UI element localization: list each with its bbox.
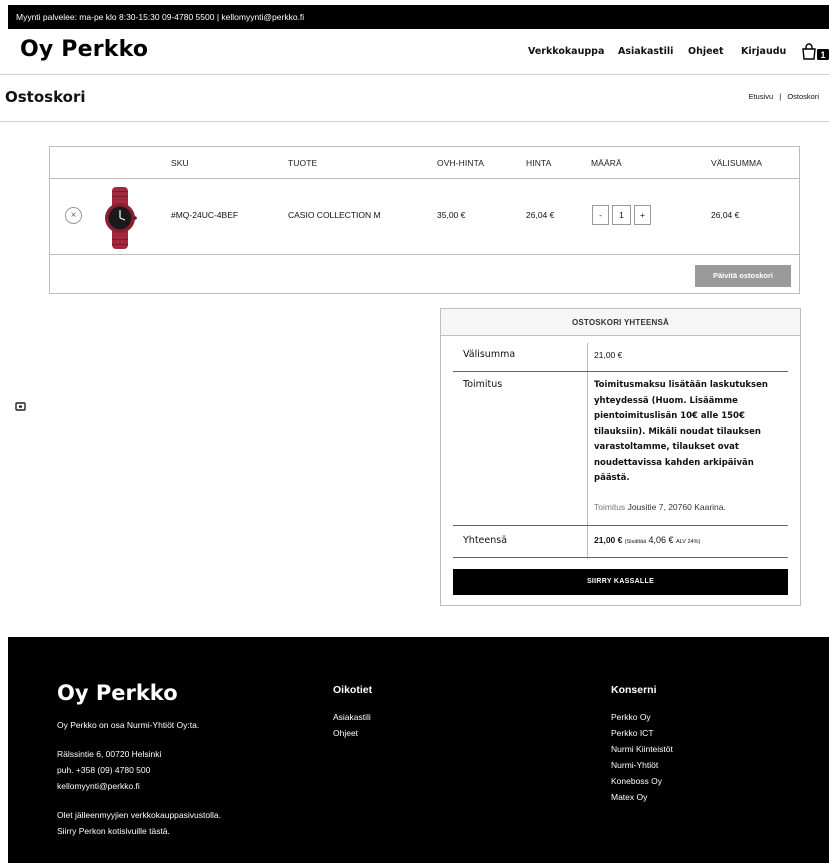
footer-link-perkko-ict[interactable]: Perkko ICT <box>611 725 673 741</box>
footer-link-perkko-oy[interactable]: Perkko Oy <box>611 709 673 725</box>
cell-subtotal: 26,04 € <box>711 210 740 220</box>
update-cart-button[interactable]: Päivitä ostoskori <box>695 265 791 287</box>
breadcrumb: Etusivu | Ostoskori <box>749 92 819 101</box>
total-label: Yhteensä <box>463 535 508 546</box>
column-price: HINTA <box>526 158 552 168</box>
shipping-destination: Toimitus Jousitie 7, 20760 Kaarina. <box>594 502 726 512</box>
shipping-address: Jousitie 7, 20760 Kaarina. <box>627 502 726 512</box>
footer-logo[interactable]: Oy Perkko <box>57 681 178 705</box>
nav-kirjaudu[interactable]: Kirjaudu <box>741 46 786 57</box>
column-quantity: MÄÄRÄ <box>591 158 622 168</box>
nav-asiakastili[interactable]: Asiakastili <box>618 46 673 57</box>
cart-count-badge: 1 <box>820 50 825 60</box>
cell-list-price: 35,00 € <box>437 210 466 220</box>
footer-link-matex[interactable]: Matex Oy <box>611 789 673 805</box>
widget-icon[interactable] <box>15 399 27 411</box>
divider <box>587 343 588 559</box>
footer-link-ohjeet[interactable]: Ohjeet <box>333 725 371 741</box>
cart-table-header: SKU TUOTE OVH-HINTA HINTA MÄÄRÄ VÄLISUMM… <box>50 147 799 179</box>
shipping-note: Toimitusmaksu lisätään laskutuksen yhtey… <box>594 380 768 483</box>
nav-ohjeet[interactable]: Ohjeet <box>688 46 724 57</box>
cell-price: 26,04 € <box>526 210 555 220</box>
watch-image <box>105 187 137 249</box>
footer-shortcuts-heading: Oikotiet <box>333 684 373 696</box>
footer-group: Perkko Oy Perkko ICT Nurmi Kiinteistöt N… <box>611 709 673 805</box>
site-footer: Oy Perkko Oy Perkko on osa Nurmi-Yhtiöt … <box>8 637 829 863</box>
divider <box>0 121 829 122</box>
cart-totals: OSTOSKORI YHTEENSÄ Välisumma 21,00 € Toi… <box>440 308 801 606</box>
site-header: Oy Perkko Verkkokauppa Asiakastili Ohjee… <box>0 29 829 75</box>
checkout-button[interactable]: SIIRRY KASSALLE <box>453 569 788 595</box>
subtotal-label: Välisumma <box>463 349 516 360</box>
footer-link-nurmi-kiinteistot[interactable]: Nurmi Kiinteistöt <box>611 741 673 757</box>
product-thumbnail[interactable] <box>101 187 139 249</box>
cart-totals-heading: OSTOSKORI YHTEENSÄ <box>441 309 800 336</box>
total-value-row: 21,00 € (Sisältää 4,06 € ALV 24%) <box>594 535 700 545</box>
footer-link-nurmi-yhtiot[interactable]: Nurmi-Yhtiöt <box>611 757 673 773</box>
breadcrumb-current: Ostoskori <box>787 92 819 101</box>
quantity-stepper: - 1 + <box>592 205 651 225</box>
site-logo[interactable]: Oy Perkko <box>20 37 148 62</box>
tax-suffix: ALV 24%) <box>675 539 701 545</box>
chat-widget-icon <box>15 402 26 411</box>
shipping-destination-label: Toimitus <box>594 502 626 512</box>
tax-amount: 4,06 € <box>648 535 674 545</box>
footer-link-koneboss[interactable]: Koneboss Oy <box>611 773 673 789</box>
cell-product[interactable]: CASIO COLLECTION M <box>288 210 381 220</box>
footer-phone: puh. +358 (09) 4780 500 <box>57 765 151 775</box>
cart-table: SKU TUOTE OVH-HINTA HINTA MÄÄRÄ VÄLISUMM… <box>49 146 800 294</box>
shipping-label: Toimitus <box>463 379 503 390</box>
footer-about: Oy Perkko on osa Nurmi-Yhtiöt Oy:ta. <box>57 720 200 730</box>
divider <box>453 371 788 372</box>
footer-link-asiakastili[interactable]: Asiakastili <box>333 709 371 725</box>
cart-button[interactable]: 1 <box>801 42 829 62</box>
divider <box>453 557 788 558</box>
divider <box>453 525 788 526</box>
quantity-input[interactable]: 1 <box>612 205 631 225</box>
shopping-bag-icon: 1 <box>802 43 829 60</box>
column-list-price: OVH-HINTA <box>437 158 485 168</box>
quantity-decrement-button[interactable]: - <box>592 205 609 225</box>
footer-shortcuts: Asiakastili Ohjeet <box>333 709 371 741</box>
footer-email[interactable]: kellomyynti@perkko.fi <box>57 778 140 794</box>
breadcrumb-home[interactable]: Etusivu <box>749 92 774 101</box>
column-sku: SKU <box>171 158 189 168</box>
remove-item-button[interactable]: × <box>65 207 82 224</box>
page-title: Ostoskori <box>5 88 86 106</box>
tax-prefix: (Sisältää <box>624 539 647 545</box>
subtotal-value: 21,00 € <box>594 350 623 360</box>
column-product: TUOTE <box>288 158 318 168</box>
cell-sku: #MQ-24UC-4BEF <box>171 210 239 220</box>
table-row: × #MQ-24UC-4BEF CASIO COLLECTION M 35,00… <box>50 179 799 255</box>
total-value: 21,00 € <box>594 535 623 545</box>
column-subtotal: VÄLISUMMA <box>711 158 762 168</box>
quantity-increment-button[interactable]: + <box>634 205 651 225</box>
footer-reseller-note[interactable]: Olet jälleenmyyjien verkkokauppasivustol… <box>57 807 237 839</box>
footer-group-heading: Konserni <box>611 684 657 696</box>
breadcrumb-separator: | <box>779 92 782 101</box>
footer-address: Rälssintie 6, 00720 Helsinki <box>57 749 162 759</box>
nav-verkkokauppa[interactable]: Verkkokauppa <box>528 46 604 57</box>
top-info-bar: Myynti palvelee: ma-pe klo 8:30-15:30 09… <box>8 5 829 29</box>
